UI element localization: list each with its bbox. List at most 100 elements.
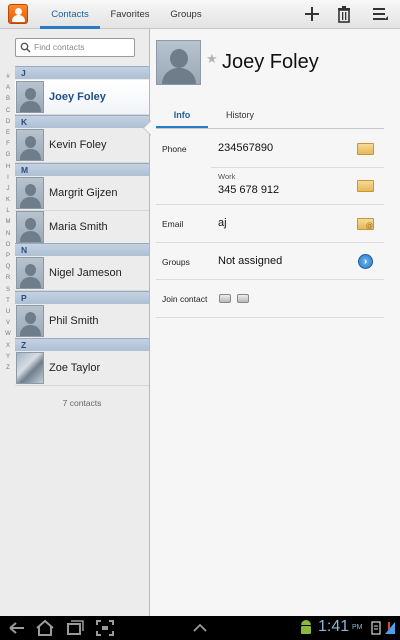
android-icon [301, 620, 311, 634]
chevron-up-icon[interactable] [190, 616, 210, 640]
signal-icon [385, 622, 395, 634]
index-letter[interactable]: U [4, 307, 12, 318]
tab-favorites[interactable]: Favorites [100, 0, 160, 29]
index-letter[interactable]: W [4, 329, 12, 340]
avatar [16, 129, 44, 161]
contact-name: Margrit Gijzen [49, 187, 118, 199]
index-letter[interactable]: R [4, 273, 12, 284]
email-value[interactable]: aj [218, 217, 227, 229]
index-letter[interactable]: M [4, 217, 12, 228]
contact-row-zoe-taylor[interactable]: Zoe Taylor [15, 351, 149, 386]
contact-row-margrit-gijzen[interactable]: Margrit Gijzen [15, 176, 149, 211]
email-icon[interactable] [357, 218, 374, 230]
search-input[interactable]: Find contacts [15, 38, 135, 57]
divider [211, 167, 384, 168]
index-letter[interactable]: S [4, 285, 12, 296]
avatar [16, 81, 44, 113]
index-letter[interactable]: F [4, 139, 12, 150]
tab-info[interactable]: Info [156, 104, 208, 129]
menu-icon[interactable] [371, 5, 389, 23]
index-letter[interactable]: X [4, 341, 12, 352]
favorite-star-icon[interactable]: ★ [206, 51, 218, 67]
avatar [16, 305, 44, 337]
index-letter[interactable]: H [4, 162, 12, 173]
contact-name: Zoe Taylor [49, 362, 101, 374]
join-contact-button[interactable] [219, 294, 231, 303]
contact-row-nigel-jameson[interactable]: Nigel Jameson [15, 256, 149, 291]
contact-photo[interactable] [156, 40, 201, 85]
divider [156, 204, 384, 205]
divider [156, 317, 384, 318]
clock[interactable]: 1:41 [318, 618, 349, 636]
index-letter[interactable]: K [4, 195, 12, 206]
delete-icon[interactable] [335, 5, 353, 23]
index-letter[interactable]: L [4, 206, 12, 217]
index-letter[interactable]: A [4, 83, 12, 94]
section-header-p: P [15, 291, 149, 304]
contact-list-pane: Find contacts # A B C D E F G H I J K L … [0, 29, 151, 616]
index-letter[interactable]: # [4, 72, 12, 83]
contact-detail-pane: ★ Joey Foley Info History Phone 23456789… [151, 29, 400, 616]
add-contact-icon[interactable] [303, 5, 321, 23]
contacts-app-icon[interactable] [8, 4, 28, 24]
contact-count: 7 contacts [62, 398, 102, 408]
index-letter[interactable]: N [4, 229, 12, 240]
section-header-j: J [15, 66, 149, 79]
contact-name: Joey Foley [49, 91, 106, 103]
contact-row-maria-smith[interactable]: Maria Smith [15, 210, 149, 245]
tab-groups[interactable]: Groups [160, 0, 212, 29]
search-placeholder: Find contacts [34, 42, 85, 52]
back-icon[interactable] [6, 616, 28, 640]
chevron-right-icon[interactable]: › [358, 254, 373, 269]
screenshot-icon[interactable] [94, 616, 116, 640]
index-letter[interactable]: V [4, 318, 12, 329]
avatar [16, 177, 44, 209]
index-letter[interactable]: G [4, 150, 12, 161]
index-letter[interactable]: D [4, 117, 12, 128]
section-header-m: M [15, 163, 149, 176]
alphabet-index[interactable]: # A B C D E F G H I J K L M N O P Q R S … [4, 72, 12, 374]
index-letter[interactable]: Q [4, 262, 12, 273]
clock-ampm: PM [352, 624, 363, 631]
groups-label: Groups [162, 257, 190, 267]
index-letter[interactable]: Z [4, 363, 12, 374]
section-header-z: Z [15, 338, 149, 351]
phone-label: Phone [162, 144, 187, 154]
index-letter[interactable]: O [4, 240, 12, 251]
contact-row-kevin-foley[interactable]: Kevin Foley [15, 128, 149, 163]
separate-contact-button[interactable] [237, 294, 249, 303]
contact-name: Maria Smith [49, 221, 108, 233]
index-letter[interactable]: C [4, 106, 12, 117]
index-letter[interactable]: B [4, 94, 12, 105]
contact-row-phil-smith[interactable]: Phil Smith [15, 304, 149, 339]
index-letter[interactable]: I [4, 173, 12, 184]
recent-apps-icon[interactable] [64, 616, 86, 640]
phone-number[interactable]: 234567890 [218, 142, 273, 154]
index-letter[interactable]: E [4, 128, 12, 139]
contact-row-joey-foley[interactable]: Joey Foley [15, 80, 149, 115]
divider [156, 242, 384, 243]
sync-icon [371, 621, 381, 635]
join-contact-label: Join contact [162, 294, 208, 304]
index-letter[interactable]: P [4, 251, 12, 262]
work-label: Work [218, 172, 236, 181]
avatar [16, 211, 44, 243]
contact-name: Kevin Foley [49, 139, 107, 151]
message-icon[interactable] [357, 180, 374, 192]
work-number[interactable]: 345 678 912 [218, 184, 279, 196]
home-icon[interactable] [34, 616, 56, 640]
tab-history[interactable]: History [211, 104, 269, 129]
avatar [16, 257, 44, 289]
index-letter[interactable]: J [4, 184, 12, 195]
message-icon[interactable] [357, 143, 374, 155]
email-label: Email [162, 219, 184, 229]
contact-title: Joey Foley [222, 51, 319, 73]
tab-contacts[interactable]: Contacts [40, 0, 100, 29]
index-letter[interactable]: Y [4, 352, 12, 363]
contact-name: Phil Smith [49, 315, 99, 327]
selection-pointer [143, 120, 151, 136]
index-letter[interactable]: T [4, 296, 12, 307]
search-icon [20, 42, 31, 53]
tab-divider [156, 128, 384, 129]
section-header-n: N [15, 243, 149, 256]
